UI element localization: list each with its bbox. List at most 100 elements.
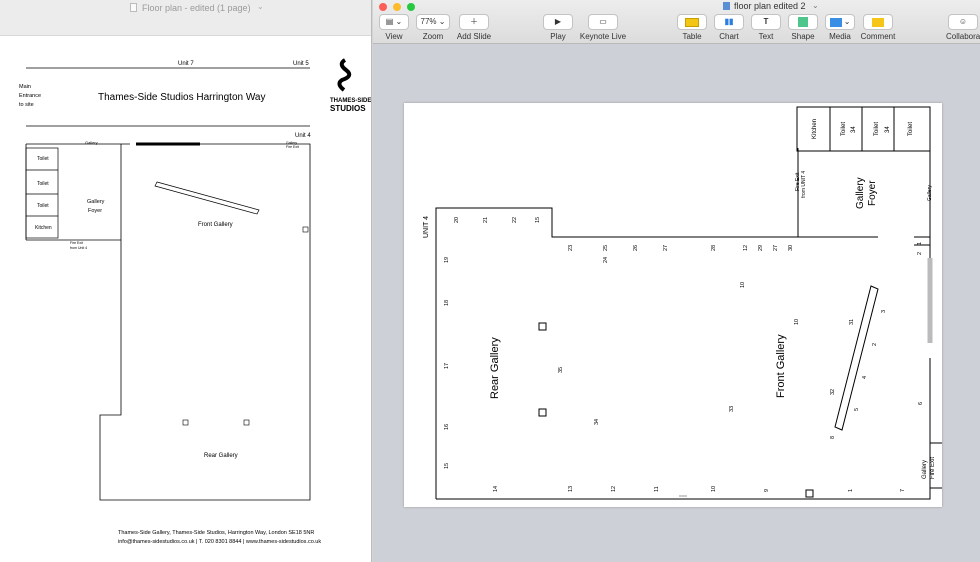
document-icon: [130, 3, 137, 12]
number-label: 20: [454, 217, 460, 223]
fire-exit-unit4-line2: from UNIT 4: [801, 171, 807, 198]
number-label: 19: [444, 257, 450, 263]
number-label: 27: [773, 245, 779, 251]
fire-exit-unit4-line2: from Unit 4: [70, 246, 87, 250]
media-toolbar-item[interactable]: ⌄ Media: [824, 14, 856, 41]
fire-exit-line1: Gallery: [922, 460, 928, 479]
number-label: 12: [743, 245, 749, 251]
zoom-window-button[interactable]: [407, 3, 415, 11]
text-icon: T: [763, 17, 769, 26]
floor-plan-drawing: Unit 7 Unit 5 Unit 4 Main Entrance to si…: [19, 58, 371, 545]
chevron-down-icon: ⌄: [438, 17, 446, 26]
slide-canvas[interactable]: Kitchen Toilet 34 Toilet 34 Toilet UNIT …: [404, 103, 942, 507]
keynote-live-button[interactable]: ▭: [588, 14, 618, 30]
slide-floor-plan: Kitchen Toilet 34 Toilet 34 Toilet UNIT …: [423, 106, 942, 500]
unit7-label: Unit 7: [178, 61, 194, 67]
chart-button[interactable]: ▮▮: [714, 14, 744, 30]
add-slide-button[interactable]: ＋: [459, 14, 489, 30]
play-button[interactable]: ▶: [543, 14, 573, 30]
number-label: 5: [854, 408, 860, 411]
view-toolbar-item[interactable]: ▤ ⌄ View: [379, 14, 409, 41]
number-label: 14: [493, 486, 499, 492]
minimize-window-button[interactable]: [393, 3, 401, 11]
rear-gallery-label: Rear Gallery: [204, 453, 238, 459]
table-toolbar-item[interactable]: Table: [676, 14, 708, 41]
front-gallery-wall: [154, 181, 260, 215]
zoom-toolbar-item[interactable]: 77% ⌄ Zoom: [416, 14, 450, 41]
pillar-marker: [243, 419, 250, 426]
kitchen-label: Kitchen: [812, 119, 818, 139]
number-label: 3: [881, 310, 887, 313]
number-label: 1: [848, 489, 854, 492]
chart-icon: ▮▮: [724, 17, 734, 26]
main-entrance-line1: Main: [19, 84, 31, 90]
shape-icon: [798, 17, 808, 27]
text-button[interactable]: T: [751, 14, 781, 30]
pillar-marker: [302, 226, 309, 233]
number-label: 6: [918, 402, 924, 405]
fire-exit-line2: Fire Exit: [286, 145, 299, 149]
table-button[interactable]: [677, 14, 707, 30]
preview-window: Floor plan - edited (1 page) ⌄ Unit 7 Un…: [0, 0, 372, 562]
number-label: 29: [758, 245, 764, 251]
kitchen-label: Kitchen: [35, 225, 52, 231]
add-slide-toolbar-item[interactable]: ＋ Add Slide: [456, 14, 492, 41]
view-button[interactable]: ▤ ⌄: [379, 14, 409, 30]
collaborate-toolbar-item[interactable]: ☺ Collabora: [946, 14, 980, 41]
pillar-marker: [538, 408, 547, 417]
thames-side-logo: THAMES-SIDE STUDIOS: [330, 58, 371, 113]
media-button[interactable]: ⌄: [825, 14, 855, 30]
shape-button[interactable]: [788, 14, 818, 30]
close-window-button[interactable]: [379, 3, 387, 11]
collaborate-button[interactable]: ☺: [948, 14, 978, 30]
number-label: 15: [535, 217, 541, 223]
play-label: Play: [550, 32, 566, 41]
fire-exit-unit4-line1: Fire Exit: [70, 241, 83, 245]
number-label: 35: [558, 367, 564, 373]
keynote-live-toolbar-item[interactable]: ▭ Keynote Live: [579, 14, 627, 41]
toilet-34-label-1: 34: [851, 126, 857, 133]
number-label: 2: [872, 343, 878, 346]
table-label: Table: [682, 32, 702, 41]
toilet-label-1: Toilet: [841, 122, 847, 136]
zoom-select[interactable]: 77% ⌄: [416, 14, 450, 30]
number-label: 15: [444, 463, 450, 469]
gallery-foyer-line1: Gallery: [855, 177, 866, 209]
unit4-label: UNIT 4: [423, 216, 430, 238]
comment-toolbar-item[interactable]: Comment: [860, 14, 896, 41]
toilet-label-1: Toilet: [37, 156, 49, 162]
comment-icon: [872, 17, 884, 27]
window-title[interactable]: Floor plan - edited (1 page): [142, 3, 251, 13]
number-label: 13: [568, 486, 574, 492]
keynote-doc-icon: [723, 2, 730, 10]
text-toolbar-item[interactable]: T Text: [750, 14, 782, 41]
zoom-label: Zoom: [422, 32, 444, 41]
toilet-label-2: Toilet: [874, 122, 880, 136]
number-label: 31: [849, 319, 855, 325]
media-label: Media: [829, 32, 851, 41]
keynote-window-title[interactable]: floor plan edited 2: [734, 1, 806, 11]
wall-number-labels: 20 21 22 15 23 25 24 26 27 28 12 29 27 3…: [444, 217, 924, 492]
text-label: Text: [758, 32, 774, 41]
main-entrance-line2: Entrance: [19, 93, 41, 99]
chevron-down-icon[interactable]: ⌄: [257, 2, 264, 11]
number-label: 23: [568, 245, 574, 251]
play-toolbar-item[interactable]: ▶ Play: [543, 14, 573, 41]
keynote-window: floor plan edited 2 ⌄ ▤ ⌄ View 77% ⌄ Zoo…: [373, 0, 980, 562]
number-label: 33: [729, 406, 735, 412]
shape-toolbar-item[interactable]: Shape: [787, 14, 819, 41]
comment-button[interactable]: [863, 14, 893, 30]
number-label: 10: [740, 282, 746, 288]
number-label: 11: [654, 486, 660, 492]
toilet-34-label-2: 34: [885, 126, 891, 133]
gallery-foyer-line2: Foyer: [867, 180, 878, 206]
number-label: 9: [764, 489, 770, 492]
gallery-small-label: Gallery: [85, 140, 98, 145]
footer-address: Thames-Side Gallery, Thames-Side Studios…: [118, 530, 314, 536]
number-label: 22: [512, 217, 518, 223]
chart-toolbar-item[interactable]: ▮▮ Chart: [713, 14, 745, 41]
preview-titlebar: Floor plan - edited (1 page) ⌄: [0, 0, 371, 36]
number-label: 21: [483, 217, 489, 223]
number-label: 17: [444, 363, 450, 369]
chevron-down-icon[interactable]: ⌄: [812, 1, 819, 10]
